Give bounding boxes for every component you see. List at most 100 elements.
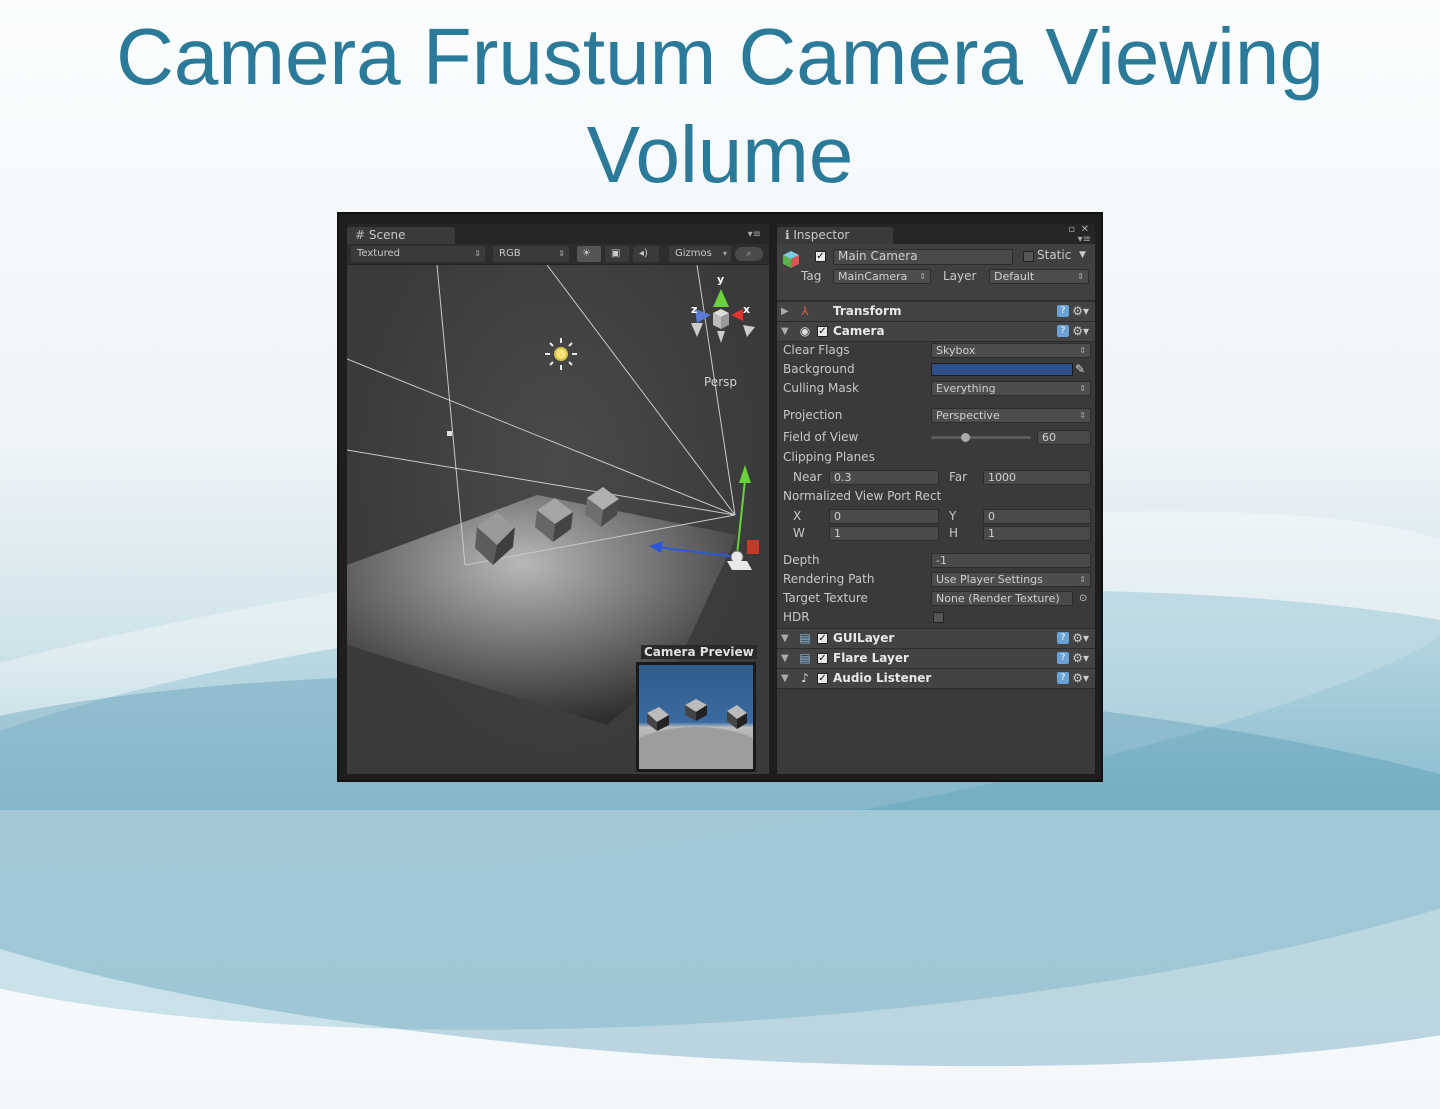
layer-value: Default bbox=[994, 270, 1035, 283]
hdr-checkbox[interactable] bbox=[933, 612, 944, 623]
guilayer-enabled-checkbox[interactable]: ✓ bbox=[817, 633, 828, 644]
expanded-arrow-icon[interactable]: ▼ bbox=[781, 322, 789, 341]
clear-flags-dropdown[interactable]: Skybox ⇕ bbox=[931, 343, 1091, 358]
layer-label: Layer bbox=[943, 269, 977, 283]
active-checkbox[interactable]: ✓ bbox=[815, 251, 826, 262]
target-texture-field[interactable]: None (Render Texture) bbox=[931, 591, 1073, 606]
clipping-planes-row: Clipping Planes bbox=[777, 448, 1095, 467]
tab-inspector[interactable]: ℹ Inspector bbox=[777, 227, 893, 244]
dropdown-arrow-icon: ⇕ bbox=[1077, 272, 1084, 281]
scene-search-input[interactable]: ⌕ bbox=[735, 247, 763, 261]
w-label: W bbox=[793, 526, 805, 540]
guilayer-component-header[interactable]: ▼ ▤ ✓ GUILayer ? ⚙▾ bbox=[777, 628, 1095, 649]
audio-listener-title: Audio Listener bbox=[833, 671, 932, 685]
flare-layer-enabled-checkbox[interactable]: ✓ bbox=[817, 653, 828, 664]
guilayer-title: GUILayer bbox=[833, 631, 895, 645]
near-field[interactable]: 0.3 bbox=[829, 470, 939, 485]
culling-mask-value: Everything bbox=[936, 382, 996, 395]
help-icon[interactable]: ? bbox=[1057, 325, 1069, 337]
camera-enabled-checkbox[interactable]: ✓ bbox=[817, 326, 828, 337]
culling-mask-dropdown[interactable]: Everything ⇕ bbox=[931, 381, 1091, 396]
h-field[interactable]: 1 bbox=[983, 526, 1091, 541]
far-field[interactable]: 1000 bbox=[983, 470, 1091, 485]
scene-viewport[interactable]: y x z Persp Camera Preview bbox=[347, 265, 769, 774]
h-label: H bbox=[949, 526, 959, 540]
gear-icon[interactable]: ⚙▾ bbox=[1072, 669, 1089, 688]
flare-layer-component-header[interactable]: ▼ ▤ ✓ Flare Layer ? ⚙▾ bbox=[777, 648, 1095, 669]
tag-dropdown[interactable]: MainCamera ⇕ bbox=[833, 269, 931, 284]
scene-panel: # Scene ▾≡ Textured ⇕ RGB ⇕ ☀ ▣ ◂) Gizmo… bbox=[347, 224, 769, 774]
gear-icon[interactable]: ⚙▾ bbox=[1072, 629, 1089, 648]
collapsed-arrow-icon[interactable]: ▶ bbox=[781, 302, 789, 321]
y-field[interactable]: 0 bbox=[983, 509, 1091, 524]
background-color-field[interactable] bbox=[931, 363, 1073, 376]
projection-label: Projection bbox=[783, 408, 843, 422]
lighting-toggle[interactable]: ☀ bbox=[577, 246, 601, 262]
rendering-path-dropdown[interactable]: Use Player Settings ⇕ bbox=[931, 572, 1091, 587]
help-icon[interactable]: ? bbox=[1057, 305, 1069, 317]
clear-flags-label: Clear Flags bbox=[783, 343, 850, 357]
target-texture-label: Target Texture bbox=[783, 591, 868, 605]
clear-flags-value: Skybox bbox=[936, 344, 976, 357]
image-effects-toggle[interactable]: ▣ bbox=[605, 246, 629, 262]
x-field[interactable]: 0 bbox=[829, 509, 939, 524]
help-icon[interactable]: ? bbox=[1057, 672, 1069, 684]
fov-slider[interactable] bbox=[931, 436, 1031, 439]
layer-dropdown[interactable]: Default ⇕ bbox=[989, 269, 1089, 284]
projection-dropdown[interactable]: Perspective ⇕ bbox=[931, 408, 1091, 423]
eyedropper-icon[interactable]: ✎ bbox=[1075, 360, 1085, 379]
panel-menu-icon[interactable]: ▾≡ bbox=[748, 229, 761, 240]
fov-field[interactable]: 60 bbox=[1037, 430, 1091, 445]
gear-icon[interactable]: ⚙▾ bbox=[1072, 649, 1089, 668]
rendering-path-label: Rendering Path bbox=[783, 572, 875, 586]
channel-dropdown[interactable]: RGB ⇕ bbox=[493, 246, 569, 262]
gizmo-x-label: x bbox=[743, 303, 750, 316]
view-mode-label[interactable]: Persp bbox=[704, 375, 737, 389]
fov-label: Field of View bbox=[783, 430, 859, 444]
projection-value: Perspective bbox=[936, 409, 1000, 422]
transform-component-header[interactable]: ▶ ⅄ Transform ? ⚙▾ bbox=[777, 301, 1095, 322]
transform-icon: ⅄ bbox=[801, 304, 809, 318]
audio-toggle[interactable]: ◂) bbox=[633, 246, 659, 262]
help-icon[interactable]: ? bbox=[1057, 652, 1069, 664]
expanded-arrow-icon[interactable]: ▼ bbox=[781, 649, 789, 668]
dropdown-arrow-icon: ⇕ bbox=[919, 272, 926, 281]
dropdown-arrow-icon: ▾ bbox=[722, 249, 727, 258]
tab-scene[interactable]: # Scene bbox=[347, 227, 455, 244]
y-axis-handle bbox=[736, 479, 746, 556]
scene-tabbar: # Scene ▾≡ bbox=[347, 224, 769, 244]
object-picker-icon[interactable]: ⊙ bbox=[1079, 589, 1087, 608]
far-label: Far bbox=[949, 470, 968, 484]
gear-icon[interactable]: ⚙▾ bbox=[1072, 302, 1089, 321]
expanded-arrow-icon[interactable]: ▼ bbox=[781, 669, 789, 688]
culling-mask-label: Culling Mask bbox=[783, 381, 859, 395]
audio-listener-enabled-checkbox[interactable]: ✓ bbox=[817, 673, 828, 684]
static-checkbox[interactable] bbox=[1023, 251, 1034, 262]
camera-component-header[interactable]: ▼ ◉ ✓ Camera ? ⚙▾ bbox=[777, 321, 1095, 342]
fov-slider-handle[interactable] bbox=[961, 433, 970, 442]
gizmos-dropdown[interactable]: Gizmos ▾ bbox=[669, 246, 731, 262]
background-row: Background ✎ bbox=[777, 360, 1095, 379]
unity-editor-screenshot: # Scene ▾≡ Textured ⇕ RGB ⇕ ☀ ▣ ◂) Gizmo… bbox=[337, 212, 1103, 782]
dropdown-arrow-icon: ⇕ bbox=[1079, 346, 1086, 355]
maximize-icon[interactable]: ▫ bbox=[1068, 224, 1075, 235]
expanded-arrow-icon[interactable]: ▼ bbox=[781, 629, 789, 648]
gear-icon[interactable]: ⚙▾ bbox=[1072, 322, 1089, 341]
gizmo-z-label: z bbox=[691, 303, 697, 316]
w-field[interactable]: 1 bbox=[829, 526, 939, 541]
scene-toolbar: Textured ⇕ RGB ⇕ ☀ ▣ ◂) Gizmos ▾ ⌕ bbox=[347, 244, 769, 265]
slide-title: Camera Frustum Camera Viewing Volume bbox=[116, 12, 1324, 199]
audio-listener-component-header[interactable]: ▼ ♪ ✓ Audio Listener ? ⚙▾ bbox=[777, 668, 1095, 689]
clipping-planes-label: Clipping Planes bbox=[783, 450, 875, 464]
gizmo-y-label: y bbox=[717, 273, 724, 286]
sun-icon: ☀ bbox=[582, 248, 591, 259]
help-icon[interactable]: ? bbox=[1057, 632, 1069, 644]
static-dropdown-icon[interactable]: ▼ bbox=[1079, 246, 1086, 265]
render-mode-dropdown[interactable]: Textured ⇕ bbox=[351, 246, 485, 262]
object-name-field[interactable]: Main Camera bbox=[833, 249, 1013, 265]
grid-icon: # bbox=[355, 228, 366, 242]
depth-field[interactable]: -1 bbox=[931, 553, 1091, 568]
search-icon: ⌕ bbox=[746, 249, 752, 259]
culling-mask-row: Culling Mask Everything ⇕ bbox=[777, 379, 1095, 398]
static-label: Static bbox=[1037, 248, 1072, 262]
